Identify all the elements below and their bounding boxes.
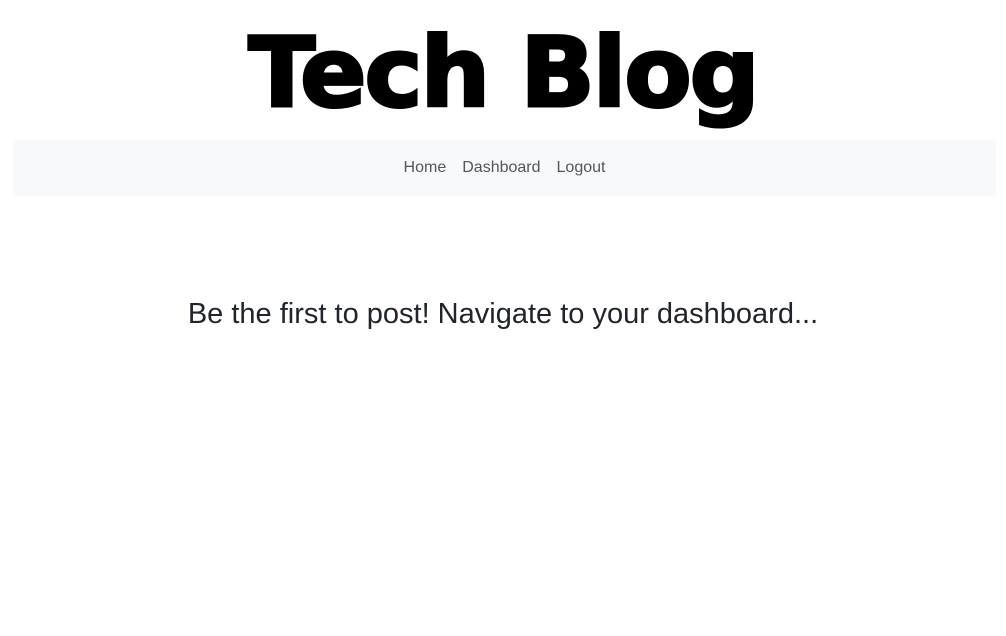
nav-list: Home Dashboard Logout (404, 159, 606, 177)
site-header: Tech Blog (0, 0, 1006, 140)
nav-link-dashboard[interactable]: Dashboard (462, 159, 540, 176)
nav-item-home: Home (404, 159, 447, 177)
main-content: Be the first to post! Navigate to your d… (0, 196, 1006, 636)
site-title: Tech Blog (247, 17, 761, 130)
nav-item-dashboard: Dashboard (462, 159, 540, 177)
empty-posts-message: Be the first to post! Navigate to your d… (187, 298, 819, 330)
nav-item-logout: Logout (557, 159, 606, 177)
nav-link-logout[interactable]: Logout (557, 159, 606, 176)
main-navbar: Home Dashboard Logout (13, 140, 996, 196)
nav-link-home[interactable]: Home (404, 159, 447, 176)
